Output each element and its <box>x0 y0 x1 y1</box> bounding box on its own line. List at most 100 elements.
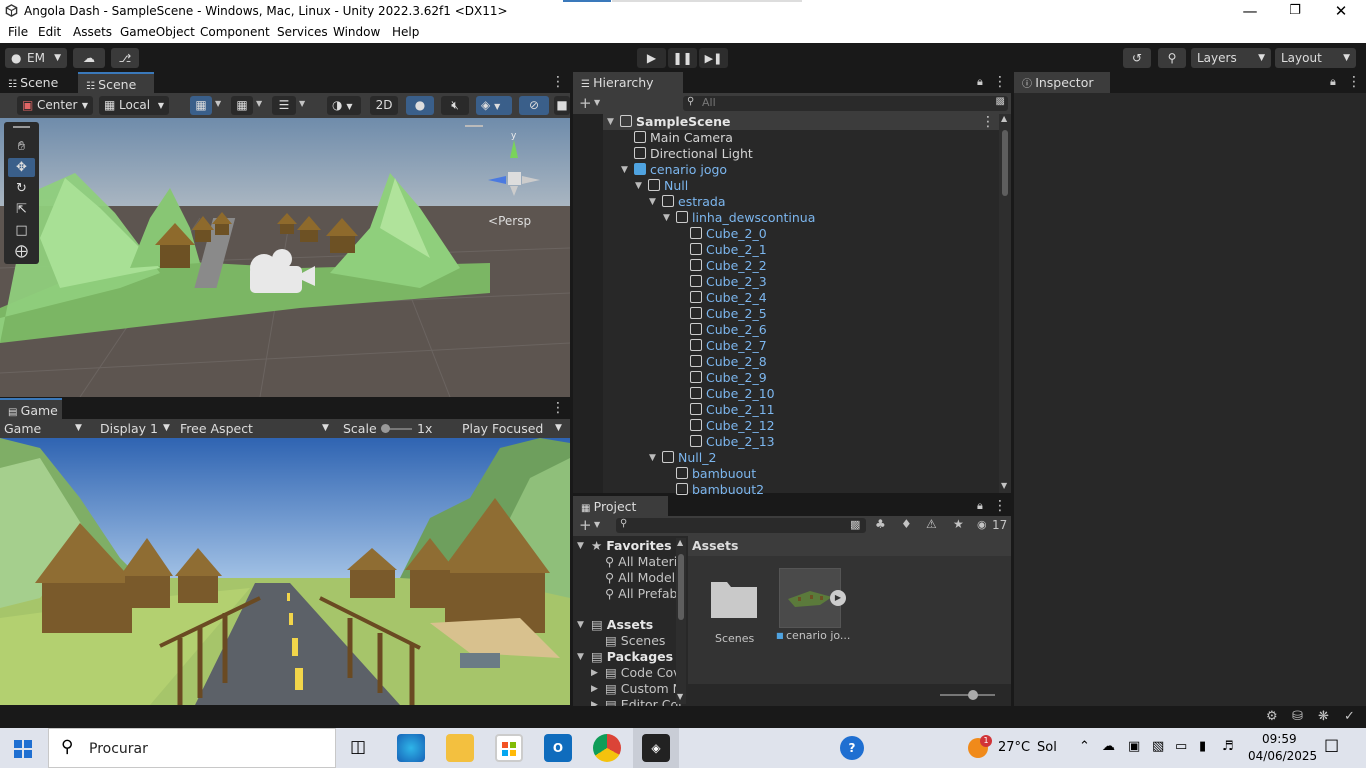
play-button[interactable]: ▶ <box>637 48 666 68</box>
hierarchy-item[interactable]: Cube_2_6 <box>690 322 767 338</box>
add-plus-icon[interactable]: + <box>579 516 592 534</box>
hierarchy-item[interactable]: ▼ estrada <box>649 194 726 210</box>
game-viewport[interactable] <box>0 438 570 705</box>
icon-size-slider-handle[interactable] <box>968 690 978 700</box>
chevron-down-icon[interactable]: ▼ <box>299 99 305 108</box>
hierarchy-item[interactable]: Cube_2_11 <box>690 402 775 418</box>
windows-start-icon[interactable] <box>14 740 32 758</box>
transform-tool-button[interactable]: ⨁ <box>8 242 35 261</box>
outlook-icon[interactable]: O <box>544 734 572 762</box>
aspect-dropdown[interactable]: Free Aspect <box>180 421 253 436</box>
hierarchy-item[interactable]: ▼ linha_dewscontinua <box>663 210 815 226</box>
project-tree-item[interactable]: ▶ ▤ Custom N <box>591 681 682 697</box>
project-tree-item[interactable]: ▤ Scenes <box>605 633 665 649</box>
project-tree-scroll-thumb[interactable] <box>678 554 684 620</box>
search-filter-icon[interactable]: ▩ <box>996 96 1005 107</box>
warning-icon[interactable]: ⚠ <box>926 517 937 531</box>
edge-browser-icon[interactable] <box>397 734 425 762</box>
menu-gameobject[interactable]: GameObject <box>120 25 195 39</box>
hidden-objects-toggle[interactable]: ⊘ <box>519 96 549 115</box>
collab-button[interactable]: ⎇ <box>111 48 139 68</box>
maximize-button[interactable]: ❐ <box>1272 0 1318 24</box>
project-tree-item[interactable]: ⚲ All Model <box>605 570 675 586</box>
project-search-input[interactable]: ⚲ <box>616 518 866 533</box>
hierarchy-item[interactable]: Directional Light <box>634 146 753 162</box>
lock-icon[interactable]: 🔒︎ <box>1330 75 1336 89</box>
hierarchy-item[interactable]: Cube_2_5 <box>690 306 767 322</box>
scroll-down-icon[interactable]: ▼ <box>1001 481 1007 490</box>
project-tree-item[interactable]: ▼ ▤ Assets <box>577 617 653 633</box>
grid-visibility-button[interactable]: ▦ <box>231 96 253 115</box>
battery-icon[interactable]: ▮ <box>1199 739 1206 754</box>
hierarchy-scrollbar[interactable]: ▲ ▼ <box>999 114 1011 493</box>
move-tool-button[interactable]: ✥ <box>8 158 35 177</box>
hierarchy-scroll-thumb[interactable] <box>1002 130 1008 196</box>
hierarchy-item[interactable]: Cube_2_13 <box>690 434 775 450</box>
add-plus-icon[interactable]: + <box>579 94 592 112</box>
palette-drag-handle[interactable] <box>13 126 30 128</box>
menu-help[interactable]: Help <box>392 25 419 39</box>
step-button[interactable]: ▶❚ <box>699 48 728 68</box>
tab-game[interactable]: ▤ Game <box>0 398 62 419</box>
project-tree-item[interactable]: ▶ ▤ Code Cov <box>591 665 681 681</box>
menu-edit[interactable]: Edit <box>38 25 61 39</box>
persp-label[interactable]: <Persp <box>488 214 531 228</box>
expand-arrow-icon[interactable]: ▼ <box>577 649 584 665</box>
menu-services[interactable]: Services <box>277 25 328 39</box>
hierarchy-item[interactable]: Cube_2_3 <box>690 274 767 290</box>
expand-arrow-icon[interactable]: ▼ <box>663 210 670 226</box>
project-tree-item[interactable]: ⚲ All Prefab <box>605 586 677 602</box>
expand-arrow-icon[interactable]: ▼ <box>577 538 584 554</box>
progress-check-icon[interactable]: ✓ <box>1344 709 1355 724</box>
chevron-down-icon[interactable]: ▼ <box>75 423 82 433</box>
auto-generate-lighting-icon[interactable]: ❋ <box>1318 709 1329 724</box>
pivot-center-dropdown[interactable]: ▣ Center ▼ <box>17 96 93 115</box>
hierarchy-kebab-icon[interactable]: ⋮ <box>993 75 1007 89</box>
camera-settings-button[interactable]: ■ <box>554 96 570 115</box>
expand-arrow-icon[interactable]: ▶ <box>591 697 598 706</box>
game-menu-kebab-icon[interactable]: ⋮ <box>551 401 565 415</box>
unity-taskbar-item-active[interactable]: ◈ <box>633 728 679 768</box>
lock-icon[interactable]: 🔒︎ <box>977 499 983 513</box>
tab-scene-2[interactable]: ☷ Scene <box>78 72 154 93</box>
expand-arrow-icon[interactable]: ▼ <box>649 194 656 210</box>
breadcrumb-assets[interactable]: Assets <box>692 538 738 553</box>
expand-arrow-icon[interactable]: ▶ <box>591 681 598 697</box>
filter-by-type-icon[interactable]: ♣ <box>875 517 886 531</box>
chevron-down-icon[interactable]: ▼ <box>256 99 262 108</box>
notification-icon[interactable]: ☐ <box>1324 737 1339 757</box>
project-tree-item[interactable]: ⚲ All Materi <box>605 554 677 570</box>
expand-arrow-icon[interactable]: ▼ <box>621 162 628 178</box>
scene-kebab-icon[interactable]: ⋮ <box>981 115 995 129</box>
chevron-down-icon[interactable]: ▼ <box>322 423 329 433</box>
scroll-down-icon[interactable]: ▼ <box>677 692 683 701</box>
hierarchy-item[interactable]: Cube_2_8 <box>690 354 767 370</box>
task-view-icon[interactable]: ◫ <box>350 737 366 757</box>
orientation-gizmo[interactable]: y <box>484 128 544 208</box>
hand-tool-button[interactable]: ✋︎ <box>8 137 35 156</box>
onedrive-error-icon[interactable]: ☁ <box>1102 739 1115 754</box>
history-button[interactable]: ↺ <box>1123 48 1151 68</box>
scale-tool-button[interactable]: ⇱ <box>8 200 35 219</box>
hierarchy-search-input[interactable]: ⚲ All ▩ <box>683 96 1008 111</box>
scroll-up-icon[interactable]: ▲ <box>677 538 683 547</box>
minimize-button[interactable]: — <box>1227 0 1273 24</box>
screen-capture-icon[interactable]: ▣ <box>1128 739 1140 754</box>
chrome-icon[interactable] <box>593 734 621 762</box>
project-tree-item[interactable]: ▼ ★ Favorites <box>577 538 672 554</box>
lock-icon[interactable]: 🔒︎ <box>977 75 983 89</box>
menu-window[interactable]: Window <box>333 25 380 39</box>
tab-hierarchy[interactable]: ☰ Hierarchy <box>573 72 683 93</box>
get-help-icon[interactable]: ? <box>840 736 864 760</box>
tab-inspector[interactable]: ⓘ Inspector <box>1014 72 1110 93</box>
tab-project[interactable]: ▦ Project <box>573 496 668 517</box>
hierarchy-item[interactable]: ▼ Null_2 <box>649 450 716 466</box>
hierarchy-item[interactable]: ▼ cenario jogo <box>621 162 727 178</box>
microsoft-store-icon[interactable] <box>495 734 523 762</box>
hierarchy-item[interactable]: Cube_2_4 <box>690 290 767 306</box>
expand-arrow-icon[interactable]: ▼ <box>607 114 614 130</box>
play-focused-dropdown[interactable]: Play Focused <box>462 421 543 436</box>
layers-dropdown[interactable]: Layers ▼ <box>1191 48 1271 68</box>
chevron-up-icon[interactable]: ⌃ <box>1079 739 1090 754</box>
search-button[interactable]: ⚲ <box>1158 48 1186 68</box>
